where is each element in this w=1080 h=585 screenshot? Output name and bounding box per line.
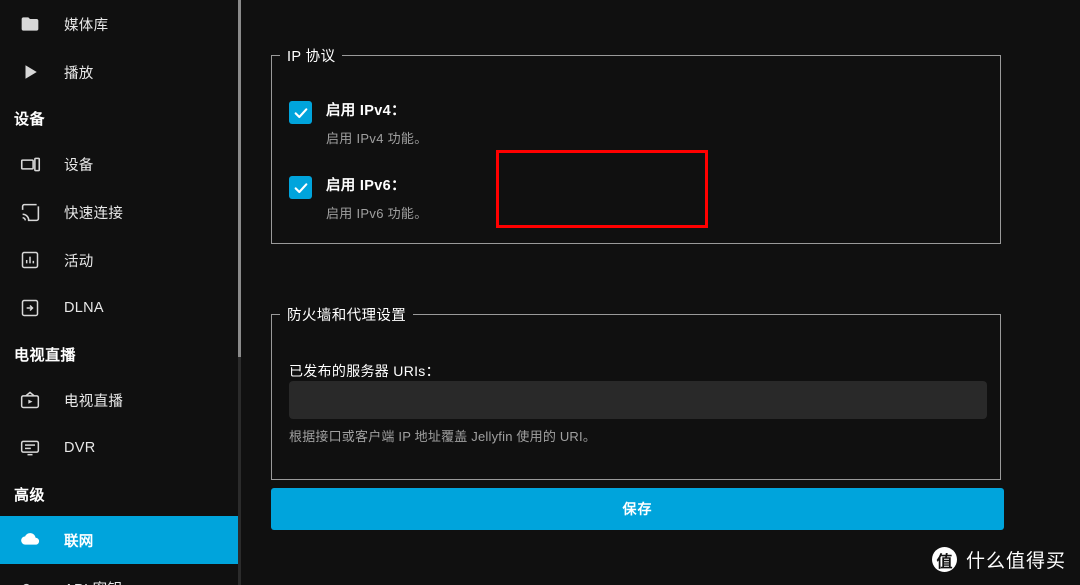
sidebar-item-label: DVR <box>64 440 96 456</box>
dlna-icon <box>18 296 42 320</box>
sidebar-item-label: API 密钥 <box>64 578 122 585</box>
enable-ipv6-description: 启用 IPv6 功能。 <box>326 206 428 221</box>
play-icon <box>18 60 42 84</box>
cast-connect-icon <box>18 200 42 224</box>
sidebar-item-label: 电视直播 <box>64 393 124 410</box>
published-server-uris-input[interactable] <box>289 381 987 419</box>
folder-icon <box>18 12 42 36</box>
enable-ipv4-texts: 启用 IPv4： 启用 IPv4 功能。 <box>326 99 428 147</box>
sidebar-item-networking[interactable]: 联网 <box>0 516 241 564</box>
dvr-icon <box>18 436 42 460</box>
sidebar-item-label: DLNA <box>64 300 104 316</box>
sidebar-item-media-library[interactable]: 媒体库 <box>0 0 241 48</box>
sidebar-header-live-tv: 电视直播 <box>14 346 77 364</box>
sidebar-item-label: 设备 <box>64 157 94 174</box>
enable-ipv6-row[interactable]: 启用 IPv6： 启用 IPv6 功能。 <box>272 174 428 222</box>
sidebar-item-playback[interactable]: 播放 <box>0 48 241 96</box>
sidebar-item-api-keys[interactable]: API 密钥 <box>0 564 241 585</box>
sidebar-item-label: 联网 <box>64 533 94 550</box>
settings-main-content: IP 协议 启用 IPv4： 启用 IPv4 功能。 启用 IPv6： 启用 I… <box>241 0 1080 585</box>
sidebar-header-devices: 设备 <box>14 110 46 128</box>
watermark-logo-icon: 值 <box>931 547 957 572</box>
enable-ipv4-title: 启用 IPv4： <box>326 103 406 119</box>
firewall-proxy-legend: 防火墙和代理设置 <box>287 308 407 324</box>
published-server-uris-label: 已发布的服务器 URIs： <box>289 363 440 379</box>
enable-ipv4-description: 启用 IPv4 功能。 <box>326 131 428 146</box>
sidebar-header-advanced: 高级 <box>14 486 46 504</box>
sidebar-item-dlna[interactable]: DLNA <box>0 284 241 332</box>
ip-protocol-panel: IP 协议 启用 IPv4： 启用 IPv4 功能。 启用 IPv6： 启用 I… <box>271 45 1001 244</box>
sidebar-item-dvr[interactable]: DVR <box>0 424 241 472</box>
sidebar-list: 媒体库 播放 设备 设备 快速连接 活动 DLNA 电视直播 电视直播 DVR … <box>0 0 241 585</box>
sidebar-item-activity[interactable]: 活动 <box>0 236 241 284</box>
sidebar-item-devices[interactable]: 设备 <box>0 140 241 188</box>
sidebar-item-quick-connect[interactable]: 快速连接 <box>0 188 241 236</box>
enable-ipv6-checkbox[interactable] <box>289 176 312 199</box>
save-button[interactable]: 保存 <box>271 488 1004 530</box>
sidebar-item-label: 播放 <box>64 65 94 82</box>
enable-ipv6-title: 启用 IPv6： <box>326 178 406 194</box>
enable-ipv4-checkbox[interactable] <box>289 101 312 124</box>
cloud-icon <box>18 528 42 552</box>
sidebar-navigation: 媒体库 播放 设备 设备 快速连接 活动 DLNA 电视直播 电视直播 DVR … <box>0 0 241 585</box>
jellyfin-networking-settings-page: 媒体库 播放 设备 设备 快速连接 活动 DLNA 电视直播 电视直播 DVR … <box>0 0 1080 585</box>
firewall-proxy-panel: 防火墙和代理设置 已发布的服务器 URIs： 根据接口或客户端 IP 地址覆盖 … <box>271 304 1001 480</box>
sidebar-item-label: 活动 <box>64 253 94 270</box>
key-icon <box>18 576 42 585</box>
sidebar-item-label: 媒体库 <box>64 17 109 34</box>
sidebar-item-live-tv[interactable]: 电视直播 <box>0 376 241 424</box>
activity-icon <box>18 248 42 272</box>
enable-ipv6-texts: 启用 IPv6： 启用 IPv6 功能。 <box>326 174 428 222</box>
enable-ipv4-row[interactable]: 启用 IPv4： 启用 IPv4 功能。 <box>272 99 428 147</box>
devices-icon <box>18 152 42 176</box>
live-tv-icon <box>18 388 42 412</box>
watermark: 值 什么值得买 <box>931 546 1066 573</box>
published-server-uris-help: 根据接口或客户端 IP 地址覆盖 Jellyfin 使用的 URI。 <box>289 429 597 444</box>
sidebar-item-label: 快速连接 <box>64 205 124 222</box>
ip-protocol-legend: IP 协议 <box>287 49 336 65</box>
watermark-text: 什么值得买 <box>965 551 1066 572</box>
